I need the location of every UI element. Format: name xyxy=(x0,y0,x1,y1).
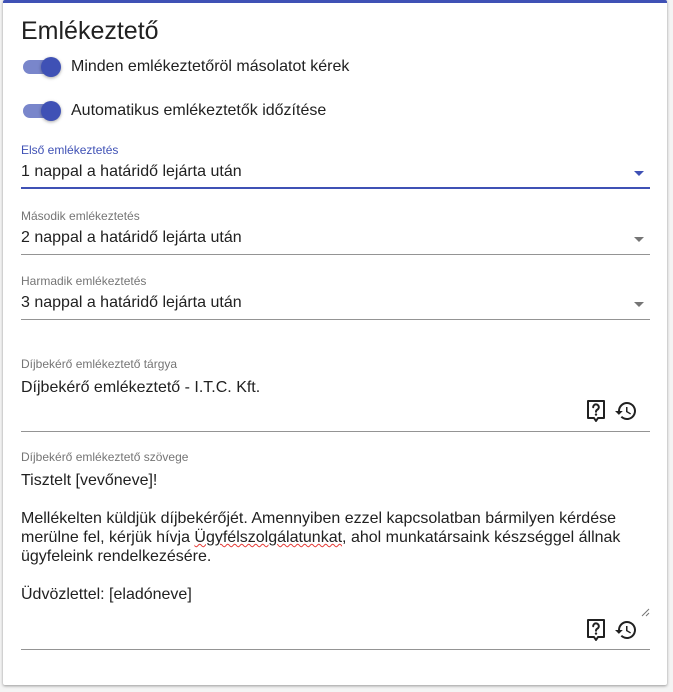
subject-label: Díjbekérő emlékeztető tárgya xyxy=(21,357,178,371)
subject-input[interactable]: Díjbekérő emlékeztető - I.T.C. Kft. xyxy=(21,378,650,397)
body-textarea[interactable]: Tisztelt [vevőneve]! Mellékelten küldjük… xyxy=(21,471,650,604)
second-reminder-value[interactable]: 2 nappal a határidő lejárta után xyxy=(21,229,650,247)
body-closing: Üdvözlettel: [eladóneve] xyxy=(21,586,192,603)
switch-thumb[interactable] xyxy=(41,57,61,77)
first-reminder-value[interactable]: 1 nappal a határidő lejárta után xyxy=(21,163,650,181)
auto-schedule-switch[interactable] xyxy=(21,99,65,123)
third-reminder-value[interactable]: 3 nappal a határidő lejárta után xyxy=(21,294,650,312)
help-placeholder-icon[interactable] xyxy=(584,399,608,423)
subject-field[interactable]: Díjbekérő emlékeztető tárgya Díjbekérő e… xyxy=(21,357,650,433)
select-underline xyxy=(21,254,650,255)
copy-toggle-row[interactable]: Minden emlékeztetőröl másolatot kérek xyxy=(21,55,349,79)
first-reminder-label: Első emlékeztetés xyxy=(21,143,119,157)
first-reminder-select[interactable]: Első emlékeztetés 1 nappal a határidő le… xyxy=(21,143,650,191)
reminder-settings-card: Emlékeztető Minden emlékeztetőröl másola… xyxy=(3,0,667,685)
misspelled-word: Ügyfélszolgálatunkat xyxy=(194,529,343,546)
help-placeholder-icon[interactable] xyxy=(584,618,608,642)
restore-icon[interactable] xyxy=(614,399,638,423)
second-reminder-select[interactable]: Második emlékeztetés 2 nappal a határidő… xyxy=(21,209,650,257)
restore-icon[interactable] xyxy=(614,618,638,642)
switch-thumb[interactable] xyxy=(41,101,61,121)
auto-schedule-label: Automatikus emlékeztetők időzítése xyxy=(71,102,327,119)
select-underline xyxy=(21,187,650,189)
chevron-down-icon[interactable] xyxy=(634,171,644,176)
chevron-down-icon[interactable] xyxy=(634,237,644,242)
body-paragraph: Mellékelten küldjük díjbekérőjét. Amenny… xyxy=(21,509,650,566)
third-reminder-label: Harmadik emlékeztetés xyxy=(21,274,147,288)
copy-reminders-label: Minden emlékeztetőröl másolatot kérek xyxy=(71,58,350,75)
auto-schedule-toggle-row[interactable]: Automatikus emlékeztetők időzítése xyxy=(21,99,326,123)
copy-reminders-switch[interactable] xyxy=(21,55,65,79)
third-reminder-select[interactable]: Harmadik emlékeztetés 3 nappal a határid… xyxy=(21,274,650,322)
chevron-down-icon[interactable] xyxy=(634,302,644,307)
body-greeting: Tisztelt [vevőneve]! xyxy=(21,472,158,489)
body-label: Díjbekérő emlékeztető szövege xyxy=(21,450,189,464)
second-reminder-label: Második emlékeztetés xyxy=(21,209,140,223)
subject-underline xyxy=(21,431,650,432)
body-underline xyxy=(21,649,650,650)
resize-handle-icon[interactable] xyxy=(640,607,650,617)
select-underline xyxy=(21,319,650,320)
body-field[interactable]: Díjbekérő emlékeztető szövege Tisztelt [… xyxy=(21,450,650,652)
page-title: Emlékeztető xyxy=(21,17,159,45)
